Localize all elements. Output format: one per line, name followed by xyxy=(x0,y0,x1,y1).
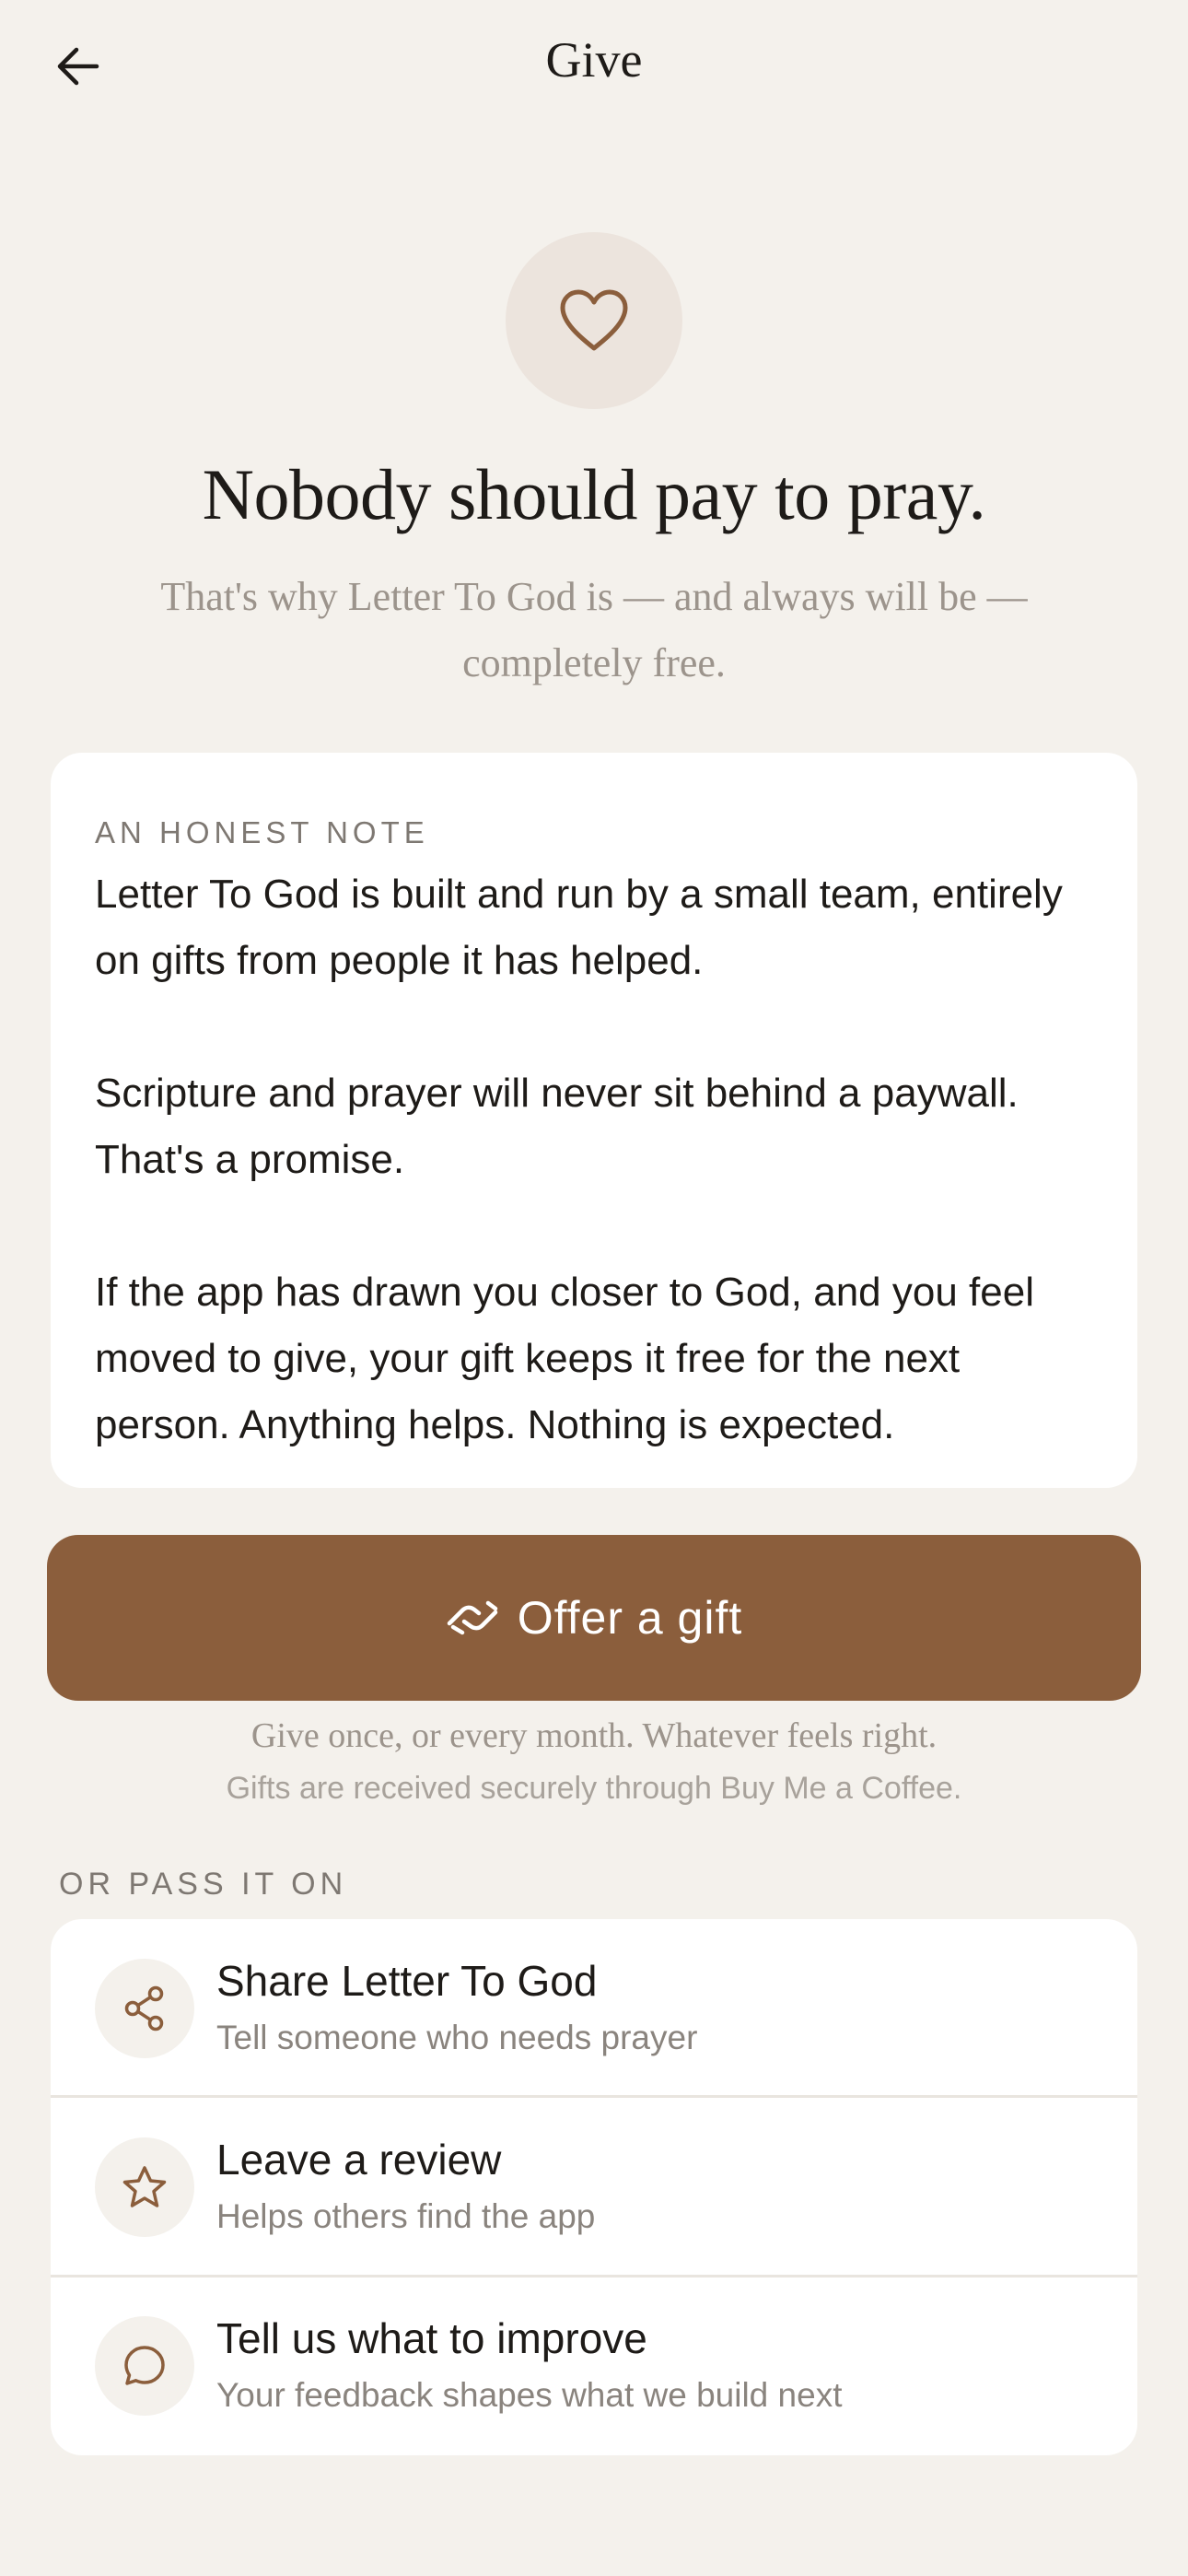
leave-review-item[interactable]: Leave a review Helps others find the app xyxy=(51,2098,1137,2277)
note-label: AN HONEST NOTE xyxy=(95,815,429,849)
star-icon xyxy=(95,2137,194,2237)
section-label: OR PASS IT ON xyxy=(59,1867,348,1902)
list-item-title: Tell us what to improve xyxy=(216,2314,647,2362)
note-paragraph: Letter To God is built and run by a smal… xyxy=(95,872,1063,983)
handshake-icon xyxy=(446,1599,499,1636)
header: Give xyxy=(0,0,1188,134)
honest-note-card: AN HONEST NOTE Letter To God is built an… xyxy=(51,753,1137,1488)
heart-icon xyxy=(557,287,631,354)
list-item-title: Share Letter To God xyxy=(216,1957,598,2005)
pass-it-on-list: Share Letter To God Tell someone who nee… xyxy=(51,1919,1137,2455)
offer-gift-label: Offer a gift xyxy=(517,1592,743,1644)
offer-gift-button[interactable]: Offer a gift xyxy=(47,1535,1141,1701)
secure-payment-note: Gifts are received securely through Buy … xyxy=(226,1771,962,1806)
note-paragraph: If the app has drawn you closer to God, … xyxy=(95,1270,1034,1447)
message-icon xyxy=(95,2316,194,2416)
note-paragraph: Scripture and prayer will never sit behi… xyxy=(95,1071,1019,1182)
share-icon xyxy=(95,1959,194,2058)
page-title: Give xyxy=(545,32,643,88)
share-app-item[interactable]: Share Letter To God Tell someone who nee… xyxy=(51,1919,1137,2098)
hero-badge xyxy=(506,232,682,409)
list-item-subtitle: Helps others find the app xyxy=(216,2197,596,2235)
subheadline: That's why Letter To God is — and always… xyxy=(160,574,1028,685)
gift-caption: Give once, or every month. Whatever feel… xyxy=(250,1716,938,1755)
list-item-subtitle: Tell someone who needs prayer xyxy=(216,2019,698,2056)
list-item-title: Leave a review xyxy=(216,2136,502,2184)
feedback-item[interactable]: Tell us what to improve Your feedback sh… xyxy=(51,2277,1137,2455)
headline: Nobody should pay to pray. xyxy=(202,454,986,534)
list-item-subtitle: Your feedback shapes what we build next xyxy=(216,2376,843,2414)
